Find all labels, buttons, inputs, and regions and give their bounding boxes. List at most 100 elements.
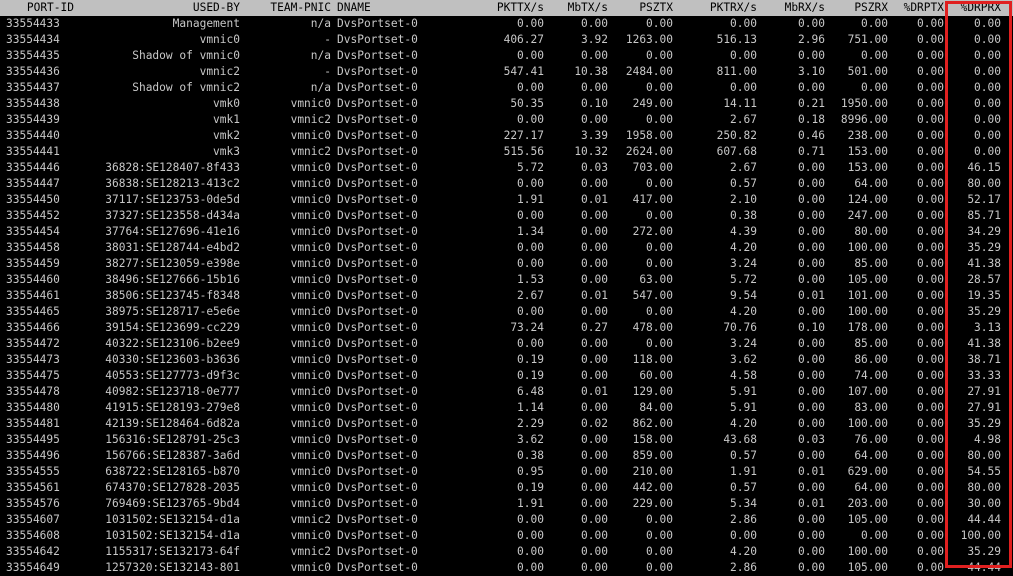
header-mbrx: MbRX/s bbox=[784, 1, 825, 14]
cell-drprx: 85.71 bbox=[967, 209, 1001, 222]
table-row: 33554436 vmnic2 - DvsPortset-0 547.41 10.38 24… bbox=[0, 64, 1013, 80]
table-row: 33554466 39154:SE123699-cc229 vmnic0 DvsPor… bbox=[0, 320, 1013, 336]
port-table-body: 33554433 Management n/a DvsPortset-0 0.00 0.0… bbox=[0, 16, 1013, 576]
table-row: 33554454 37764:SE127696-41e16 vmnic0 DvsPor… bbox=[0, 224, 1013, 240]
cell-mbrx: 0.01 bbox=[798, 497, 825, 510]
cell-used-by: 40553:SE127773-d9f3c bbox=[105, 369, 240, 382]
cell-mbtx: 0.02 bbox=[581, 417, 608, 430]
cell-mbtx: 10.38 bbox=[574, 65, 608, 78]
cell-pkttx: 0.00 bbox=[517, 513, 544, 526]
cell-mbtx: 0.00 bbox=[581, 465, 608, 478]
cell-mbtx: 0.00 bbox=[581, 353, 608, 366]
cell-mbrx: 0.00 bbox=[798, 385, 825, 398]
table-row: 33554495 156316:SE128791-25c3 vmnic0 DvsPor… bbox=[0, 432, 1013, 448]
cell-mbtx: 0.00 bbox=[581, 49, 608, 62]
cell-drprx: 46.15 bbox=[967, 161, 1001, 174]
cell-mbtx: 0.00 bbox=[581, 545, 608, 558]
cell-used-by: 40982:SE123718-0e777 bbox=[105, 385, 240, 398]
cell-pkttx: 0.00 bbox=[517, 209, 544, 222]
cell-psztx: 703.00 bbox=[632, 161, 673, 174]
cell-pkttx: 0.00 bbox=[517, 113, 544, 126]
cell-drptx: 0.00 bbox=[917, 353, 944, 366]
cell-dname: DvsPortset-0 bbox=[337, 81, 418, 94]
cell-psztx: 0.00 bbox=[646, 337, 673, 350]
cell-drptx: 0.00 bbox=[917, 481, 944, 494]
cell-pszrx: 64.00 bbox=[854, 449, 888, 462]
cell-pszrx: 100.00 bbox=[847, 241, 888, 254]
cell-pktrx: 4.20 bbox=[730, 241, 757, 254]
cell-mbrx: 0.21 bbox=[798, 97, 825, 110]
cell-port-id: 33554473 bbox=[6, 353, 60, 366]
cell-port-id: 33554465 bbox=[6, 305, 60, 318]
cell-pszrx: 105.00 bbox=[847, 273, 888, 286]
cell-psztx: 84.00 bbox=[639, 401, 673, 414]
cell-port-id: 33554447 bbox=[6, 177, 60, 190]
table-row: 33554435 Shadow of vmnic0 n/a DvsPortset-0 0… bbox=[0, 48, 1013, 64]
header-pktrx: PKTRX/s bbox=[709, 1, 757, 14]
cell-pktrx: 2.10 bbox=[730, 193, 757, 206]
cell-psztx: 0.00 bbox=[646, 529, 673, 542]
cell-pszrx: 178.00 bbox=[847, 321, 888, 334]
cell-drptx: 0.00 bbox=[917, 241, 944, 254]
cell-used-by: 38975:SE128717-e5e6e bbox=[105, 305, 240, 318]
cell-psztx: 0.00 bbox=[646, 49, 673, 62]
cell-drptx: 0.00 bbox=[917, 337, 944, 350]
cell-psztx: 158.00 bbox=[632, 433, 673, 446]
cell-psztx: 859.00 bbox=[632, 449, 673, 462]
cell-used-by: 1155317:SE132173-64f bbox=[105, 545, 240, 558]
cell-mbtx: 0.00 bbox=[581, 305, 608, 318]
cell-drptx: 0.00 bbox=[917, 273, 944, 286]
cell-team-pnic: vmnic0 bbox=[290, 401, 331, 414]
cell-port-id: 33554607 bbox=[6, 513, 60, 526]
cell-mbrx: 0.00 bbox=[798, 369, 825, 382]
cell-mbrx: 0.10 bbox=[798, 321, 825, 334]
cell-mbtx: 0.00 bbox=[581, 497, 608, 510]
cell-mbtx: 0.00 bbox=[581, 17, 608, 30]
cell-team-pnic: n/a bbox=[310, 81, 331, 94]
cell-port-id: 33554608 bbox=[6, 529, 60, 542]
cell-team-pnic: vmnic0 bbox=[290, 481, 331, 494]
cell-port-id: 33554454 bbox=[6, 225, 60, 238]
cell-mbrx: 0.00 bbox=[798, 241, 825, 254]
cell-mbtx: 0.00 bbox=[581, 449, 608, 462]
cell-pszrx: 629.00 bbox=[847, 465, 888, 478]
cell-used-by: 1257320:SE132143-801 bbox=[105, 561, 240, 574]
cell-pktrx: 5.72 bbox=[730, 273, 757, 286]
header-mbtx: MbTX/s bbox=[567, 1, 608, 14]
cell-used-by: 40330:SE123603-b3636 bbox=[105, 353, 240, 366]
cell-pszrx: 0.00 bbox=[861, 529, 888, 542]
cell-dname: DvsPortset-0 bbox=[337, 337, 418, 350]
cell-psztx: 249.00 bbox=[632, 97, 673, 110]
cell-pktrx: 0.57 bbox=[730, 449, 757, 462]
cell-psztx: 442.00 bbox=[632, 481, 673, 494]
cell-pkttx: 0.00 bbox=[517, 545, 544, 558]
cell-pktrx: 0.00 bbox=[730, 17, 757, 30]
cell-pkttx: 0.00 bbox=[517, 17, 544, 30]
cell-mbrx: 0.00 bbox=[798, 417, 825, 430]
cell-pktrx: 2.67 bbox=[730, 113, 757, 126]
cell-mbrx: 0.00 bbox=[798, 529, 825, 542]
cell-mbrx: 0.71 bbox=[798, 145, 825, 158]
cell-mbrx: 0.00 bbox=[798, 337, 825, 350]
cell-drprx: 35.29 bbox=[967, 417, 1001, 430]
cell-port-id: 33554466 bbox=[6, 321, 60, 334]
cell-pszrx: 0.00 bbox=[861, 17, 888, 30]
cell-port-id: 33554439 bbox=[6, 113, 60, 126]
cell-port-id: 33554435 bbox=[6, 49, 60, 62]
cell-mbtx: 0.00 bbox=[581, 337, 608, 350]
cell-drprx: 54.55 bbox=[967, 465, 1001, 478]
cell-pkttx: 0.00 bbox=[517, 241, 544, 254]
cell-team-pnic: - bbox=[324, 65, 331, 78]
cell-mbtx: 10.32 bbox=[574, 145, 608, 158]
cell-dname: DvsPortset-0 bbox=[337, 401, 418, 414]
cell-pkttx: 0.00 bbox=[517, 177, 544, 190]
cell-psztx: 2624.00 bbox=[625, 145, 673, 158]
cell-drptx: 0.00 bbox=[917, 17, 944, 30]
cell-drptx: 0.00 bbox=[917, 369, 944, 382]
cell-drptx: 0.00 bbox=[917, 401, 944, 414]
cell-pkttx: 0.00 bbox=[517, 257, 544, 270]
cell-used-by: 38496:SE127666-15b16 bbox=[105, 273, 240, 286]
table-row: 33554555 638722:SE128165-b870 vmnic0 DvsPor… bbox=[0, 464, 1013, 480]
cell-port-id: 33554481 bbox=[6, 417, 60, 430]
cell-pkttx: 0.00 bbox=[517, 561, 544, 574]
